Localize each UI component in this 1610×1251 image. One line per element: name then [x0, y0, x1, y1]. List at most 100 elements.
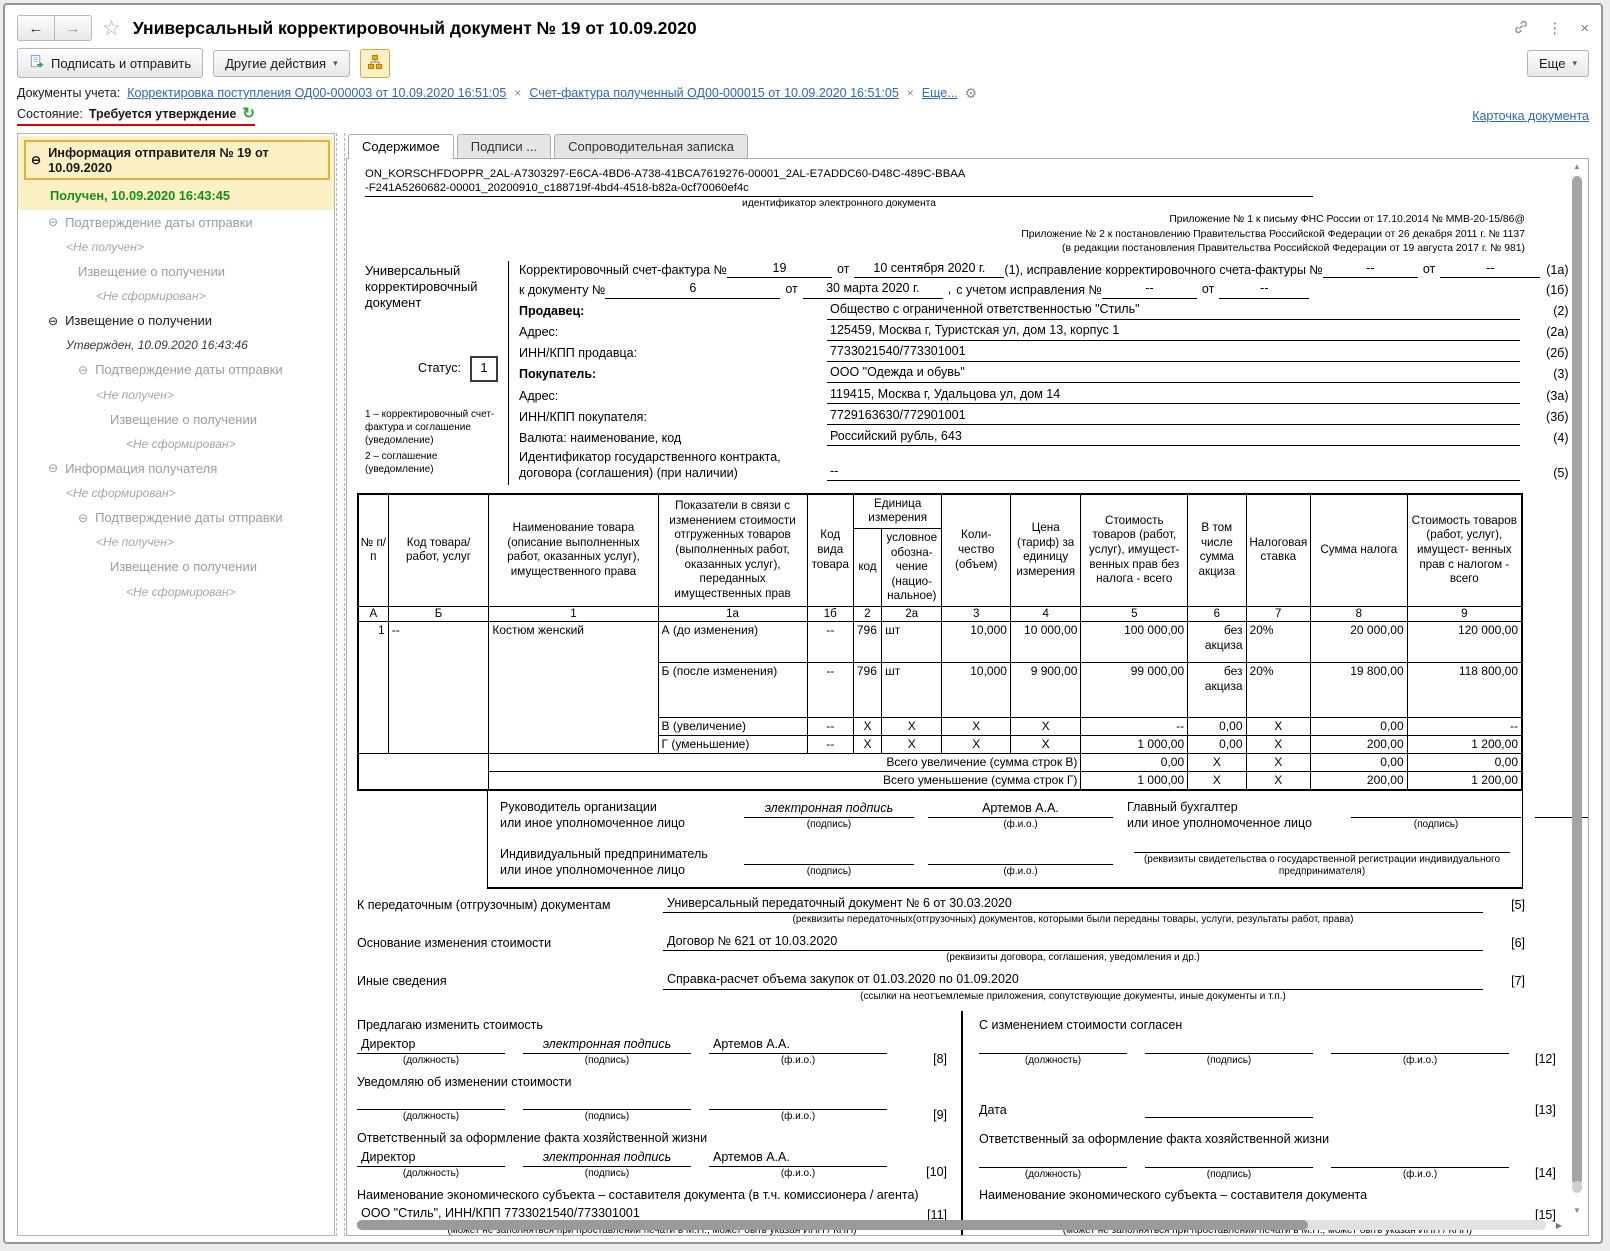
other-actions-button[interactable]: Другие действия ▾	[213, 49, 350, 77]
status-field-label: Статус:	[418, 360, 461, 375]
tree-item-send-date-confirmation[interactable]: ⊖ Подтверждение даты отправки	[18, 210, 334, 235]
accounting-doc-link-2[interactable]: Счет-фактура полученный ОД00-000015 от 1…	[529, 86, 898, 100]
totals-label: Всего уменьшение (сумма строк Г)	[488, 771, 1082, 791]
entrepreneur-signature-line: Индивидуальный предприниматель или иное …	[500, 836, 1510, 879]
horizontal-scroll-thumb[interactable]	[357, 1220, 1309, 1230]
invoice-signatures-box: Руководитель организации или иное уполно…	[487, 791, 1588, 889]
tree-item-status: Получен, 10.09.2020 16:43:45	[50, 188, 230, 203]
tree-item-receipt-notice[interactable]: ⊖ Извещение о получении	[18, 309, 334, 334]
table-row: 1 -- Костюм женский А (до изменения) -- …	[357, 621, 1523, 755]
seller-value: Общество с ограниченной ответственностью…	[827, 302, 1521, 320]
propose-change-signature-row: Директор (должность) электронная подпись(…	[357, 1037, 947, 1068]
tree-item-sender-info[interactable]: ⊖ Информация отправителя № 19 от 10.09.2…	[18, 136, 334, 210]
signature-slot: (подпись)	[744, 848, 914, 879]
tab-cover-note[interactable]: Сопроводительная записка	[554, 134, 749, 159]
base-document-line: к документу № 6 от 30 марта 2020 г. , с …	[519, 281, 1569, 300]
tree-item-status: <Не сформирован>	[96, 289, 206, 303]
invoice-date-value: 10 сентября 2020 г.	[854, 261, 1005, 279]
header-fields: Корректировочный счет-фактура № 19 от 10…	[509, 261, 1568, 485]
responsible-signature-row: (должность) (подпись) (ф.и.о.) [14]	[979, 1151, 1556, 1182]
post-value: Директор	[357, 1037, 505, 1055]
collapse-icon[interactable]: ⊖	[78, 511, 88, 526]
post-value: Директор	[357, 1150, 505, 1168]
totals-row-increase: Всего увеличение (сумма строк В) 0,00 X …	[357, 753, 1523, 791]
kebab-menu-icon[interactable]: ⋮	[1547, 21, 1562, 36]
cell-item-name: Костюм женский	[488, 621, 659, 755]
back-button[interactable]: ←	[17, 15, 55, 41]
sign-send-icon	[29, 54, 44, 72]
seller-inn-row: ИНН/КПП продавца: 7733021540/773301001 (2б…	[519, 344, 1569, 362]
window-controls: ⋮ ×	[1513, 19, 1589, 38]
form-title: Универсальный корректировочный документ	[365, 262, 478, 311]
document-card-link[interactable]: Карточка документа	[1472, 109, 1589, 123]
status-note-2: 2 – соглашение (уведомление)	[365, 450, 438, 475]
document-flow-tree: ⊖ Информация отправителя № 19 от 10.09.2…	[17, 133, 335, 1236]
tree-item-status: <Не получен>	[66, 239, 144, 254]
tree-item-status: <Не сформирован>	[126, 584, 236, 599]
scroll-down-icon[interactable]: ▼	[1569, 1206, 1585, 1215]
sign-send-button[interactable]: Подписать и отправить	[17, 48, 204, 78]
accounting-doc-link-1[interactable]: Корректировка поступления ОД00-000003 от…	[127, 86, 506, 100]
get-link-icon[interactable]	[1513, 19, 1529, 38]
buyer-address-row: Адрес: 119415, Москва г, Удальцова ул, до…	[519, 386, 1569, 405]
tree-item-receiver-info[interactable]: ⊖ Информация получателя	[18, 456, 334, 481]
seller-address-value: 125459, Москва г, Туристская ул, дом 13,…	[827, 323, 1521, 341]
legal-references: Приложение № 1 к письму ФНС России от 17…	[357, 213, 1525, 257]
nav-buttons: ← →	[17, 15, 92, 41]
title-bar: ← → ☆ Универсальный корректировочный док…	[17, 11, 1589, 45]
tree-item-label: Подтверждение даты отправки	[95, 362, 283, 378]
panel-splitter[interactable]	[336, 133, 345, 1236]
electronic-document-id: ON_KORSCHFDOPPR_2AL-A7303297-E6CA-4BD6-A…	[365, 167, 1313, 211]
more-docs-link[interactable]: Еще...	[922, 86, 958, 100]
receiver-signatures-column: С изменением стоимости согласен (должнос…	[961, 1011, 1556, 1235]
name-value: Артемов А.А.	[709, 1150, 887, 1168]
column-ids-row: А Б 1 1а 1б 2 2а 3 4 5 6 7 8 9	[357, 606, 1523, 623]
collapse-icon[interactable]: ⊖	[31, 153, 41, 167]
law-ref-2: Приложение № 2 к постановлению Правитель…	[1021, 228, 1525, 240]
edo-chain-button[interactable]	[359, 48, 390, 78]
status-note-1: 1 – корректировочный счет-фактура и согл…	[365, 408, 495, 446]
name-slot: Артемов А.А. (ф.и.о.)	[928, 801, 1113, 832]
fix-number-value: --	[1322, 261, 1418, 279]
horizontal-scrollbar[interactable]: ▶	[357, 1218, 1562, 1232]
buyer-address-value: 119415, Москва г, Удальцова ул, дом 14	[827, 387, 1521, 405]
status-row: Состояние: Требуется утверждение ↻ Карто…	[17, 105, 1589, 133]
tree-item-receipt-notice[interactable]: Извещение о получении	[18, 555, 334, 580]
forward-button[interactable]: →	[54, 15, 92, 41]
collapse-icon[interactable]: ⊖	[48, 461, 58, 476]
close-icon[interactable]: ×	[1580, 21, 1589, 36]
refresh-icon[interactable]: ↻	[242, 106, 255, 121]
bottom-signatures-section: Предлагаю изменить стоимость Директор (до…	[357, 1011, 1556, 1235]
tab-signatures[interactable]: Подписи ...	[456, 134, 552, 159]
registration-slot: (реквизиты свидетельства о государственн…	[1134, 836, 1510, 879]
collapse-icon[interactable]: ⊖	[48, 314, 58, 329]
more-button[interactable]: Еще ▾	[1527, 49, 1589, 77]
scroll-right-icon[interactable]: ▶	[1556, 1221, 1562, 1230]
vertical-scroll-thumb[interactable]	[1572, 176, 1582, 1185]
status-underline: Состояние: Требуется утверждение ↻	[17, 106, 255, 126]
remove-doc-icon[interactable]: ×	[906, 86, 915, 100]
vertical-scrollbar[interactable]: ▲ ▼	[1569, 162, 1585, 1215]
tree-item-receipt-notice[interactable]: Извещение о получении	[18, 259, 334, 284]
remove-doc-icon[interactable]: ×	[513, 86, 522, 100]
tree-item-receipt-notice[interactable]: Извещение о получении	[18, 407, 334, 432]
cell-indicator: В (увеличение)	[657, 717, 808, 737]
document-view: ON_KORSCHFDOPPR_2AL-A7303297-E6CA-4BD6-A…	[346, 158, 1589, 1236]
settings-gear-icon[interactable]: ⚙	[965, 86, 978, 100]
seller-row: Продавец: Общество с ограниченной ответст…	[519, 302, 1569, 320]
name-value: Артемов А.А.	[709, 1037, 887, 1055]
tree-item-send-date-confirmation[interactable]: ⊖ Подтверждение даты отправки	[18, 506, 334, 531]
scroll-up-icon[interactable]: ▲	[1569, 162, 1585, 171]
tab-content[interactable]: Содержимое	[348, 134, 454, 159]
tree-item-send-date-confirmation[interactable]: ⊖ Подтверждение даты отправки	[18, 358, 334, 383]
other-info-row: Иные сведения Справка-расчет объема заку…	[357, 971, 1525, 990]
items-table: № п/п Код товара/ работ, услуг Наименова…	[357, 492, 1523, 792]
invoice-number-value: 19	[727, 261, 832, 279]
collapse-icon[interactable]: ⊖	[48, 215, 58, 230]
agree-change-signature-row: (должность) (подпись) (ф.и.о.) [12]	[979, 1037, 1556, 1068]
collapse-icon[interactable]: ⊖	[78, 363, 88, 378]
hierarchy-icon	[367, 54, 383, 73]
sign-send-label: Подписать и отправить	[51, 55, 192, 71]
favorite-star-icon[interactable]: ☆	[102, 18, 121, 39]
buyer-inn-value: 7729163630/772901001	[827, 408, 1521, 426]
